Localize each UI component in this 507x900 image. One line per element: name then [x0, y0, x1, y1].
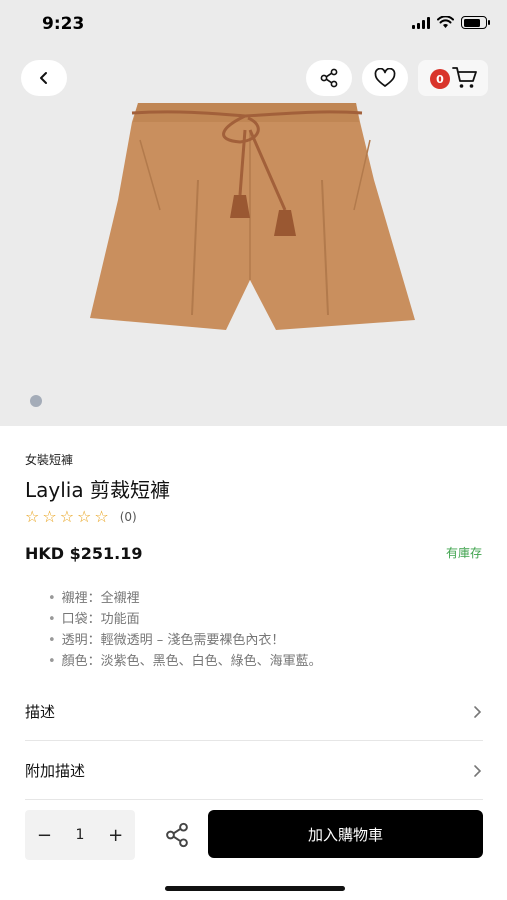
- additional-description-row[interactable]: 附加描述: [25, 742, 483, 800]
- star-icon: ☆: [25, 507, 40, 526]
- cart-icon: [452, 67, 477, 88]
- share-icon[interactable]: [164, 822, 190, 848]
- product-image: [90, 103, 415, 330]
- wishlist-button[interactable]: [362, 60, 408, 96]
- quantity-stepper[interactable]: − 1 +: [25, 810, 135, 860]
- additional-description-label: 附加描述: [25, 762, 86, 780]
- home-indicator[interactable]: [165, 886, 345, 891]
- heart-icon: [374, 68, 396, 87]
- signal-icon: [412, 16, 430, 29]
- share-button[interactable]: [306, 60, 352, 96]
- status-time: 9:23: [42, 14, 85, 34]
- battery-icon: [461, 16, 490, 29]
- description-label: 描述: [25, 703, 56, 721]
- star-icon: ☆: [77, 507, 92, 526]
- feature-list: 襯裡：全襯裡 口袋：功能面 透明：輕微透明 – 淺色需要裸色內衣！ 顏色：淡紫色…: [48, 588, 322, 672]
- carousel-indicator[interactable]: [30, 395, 42, 407]
- increase-quantity-button[interactable]: +: [108, 825, 123, 846]
- product-image-area[interactable]: 0: [0, 50, 507, 426]
- feature-item: 透明：輕微透明 – 淺色需要裸色內衣！: [48, 630, 322, 651]
- stock-status: 有庫存: [445, 546, 482, 560]
- feature-item: 襯裡：全襯裡: [48, 588, 322, 609]
- share-icon: [320, 68, 338, 88]
- review-count: (0): [119, 510, 137, 524]
- star-icon: ☆: [94, 507, 109, 526]
- product-price: HKD $251.19: [25, 544, 143, 563]
- cart-button[interactable]: 0: [418, 60, 488, 96]
- rating[interactable]: ☆ ☆ ☆ ☆ ☆ (0): [25, 508, 137, 526]
- status-bar: 9:23: [0, 0, 507, 50]
- decrease-quantity-button[interactable]: −: [37, 825, 52, 846]
- chevron-right-icon: [474, 764, 482, 777]
- back-button[interactable]: [21, 60, 67, 96]
- bottom-action-bar: − 1 + 加入購物車: [0, 808, 507, 900]
- product-category: 女裝短褲: [25, 453, 74, 467]
- star-icon: ☆: [42, 507, 57, 526]
- wifi-icon: [437, 16, 454, 28]
- feature-item: 口袋：功能面: [48, 609, 322, 630]
- description-row[interactable]: 描述: [25, 683, 483, 741]
- product-title: Laylia 剪裁短褲: [25, 478, 170, 502]
- chevron-left-icon: [40, 72, 47, 84]
- status-icons: [412, 16, 490, 29]
- star-icon: ☆: [59, 507, 75, 526]
- feature-item: 顏色：淡紫色、黑色、白色、綠色、海軍藍。: [48, 651, 322, 672]
- add-to-cart-button[interactable]: 加入購物車: [208, 810, 483, 858]
- cart-count-badge: 0: [430, 69, 450, 89]
- chevron-right-icon: [474, 705, 482, 718]
- quantity-value: 1: [75, 827, 85, 843]
